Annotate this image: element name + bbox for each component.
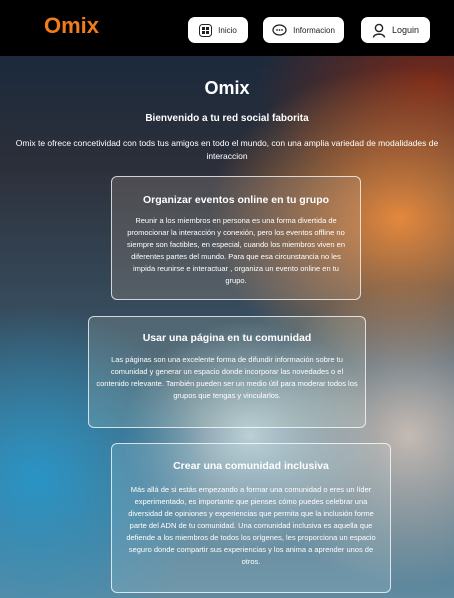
card-comunidad-inclusiva: Crear una comunidad inclusiva Más allá d… [111,443,391,593]
card-text: Reunir a los miembros en persona es una … [126,216,346,285]
informacion-button-label: Informacion [293,25,335,35]
informacion-button[interactable]: Informacion [263,17,344,43]
card-organizar-eventos: Organizar eventos online en tu grupo Reu… [111,176,361,300]
card-text: Las páginas son una excelente forma de d… [96,355,358,400]
page-intro: Omix te ofrece concetividad con tods tus… [15,138,439,161]
login-button[interactable]: Loguin [361,17,430,43]
inicio-button-label: Inicio [218,25,237,35]
card-text: Más allá de si estás empezando a formar … [126,485,376,566]
page-title: Omix [204,78,250,98]
brand-logo[interactable]: Omix [44,13,99,39]
card-title: Usar una página en tu comunidad [142,332,312,344]
top-navbar: Omix Inicio Informacion Loguin [0,0,454,56]
user-icon [372,23,386,38]
card-usar-pagina: Usar una página en tu comunidad Las pági… [88,316,366,428]
card-title: Crear una comunidad inclusiva [173,460,329,472]
card-title: Organizar eventos online en tu grupo [142,194,330,206]
login-button-label: Loguin [391,25,420,35]
chat-bubble-icon [272,23,287,37]
home-icon [199,23,213,37]
page-subtitle: Bienvenido a tu red social faborita [145,113,309,124]
inicio-button[interactable]: Inicio [188,17,248,43]
